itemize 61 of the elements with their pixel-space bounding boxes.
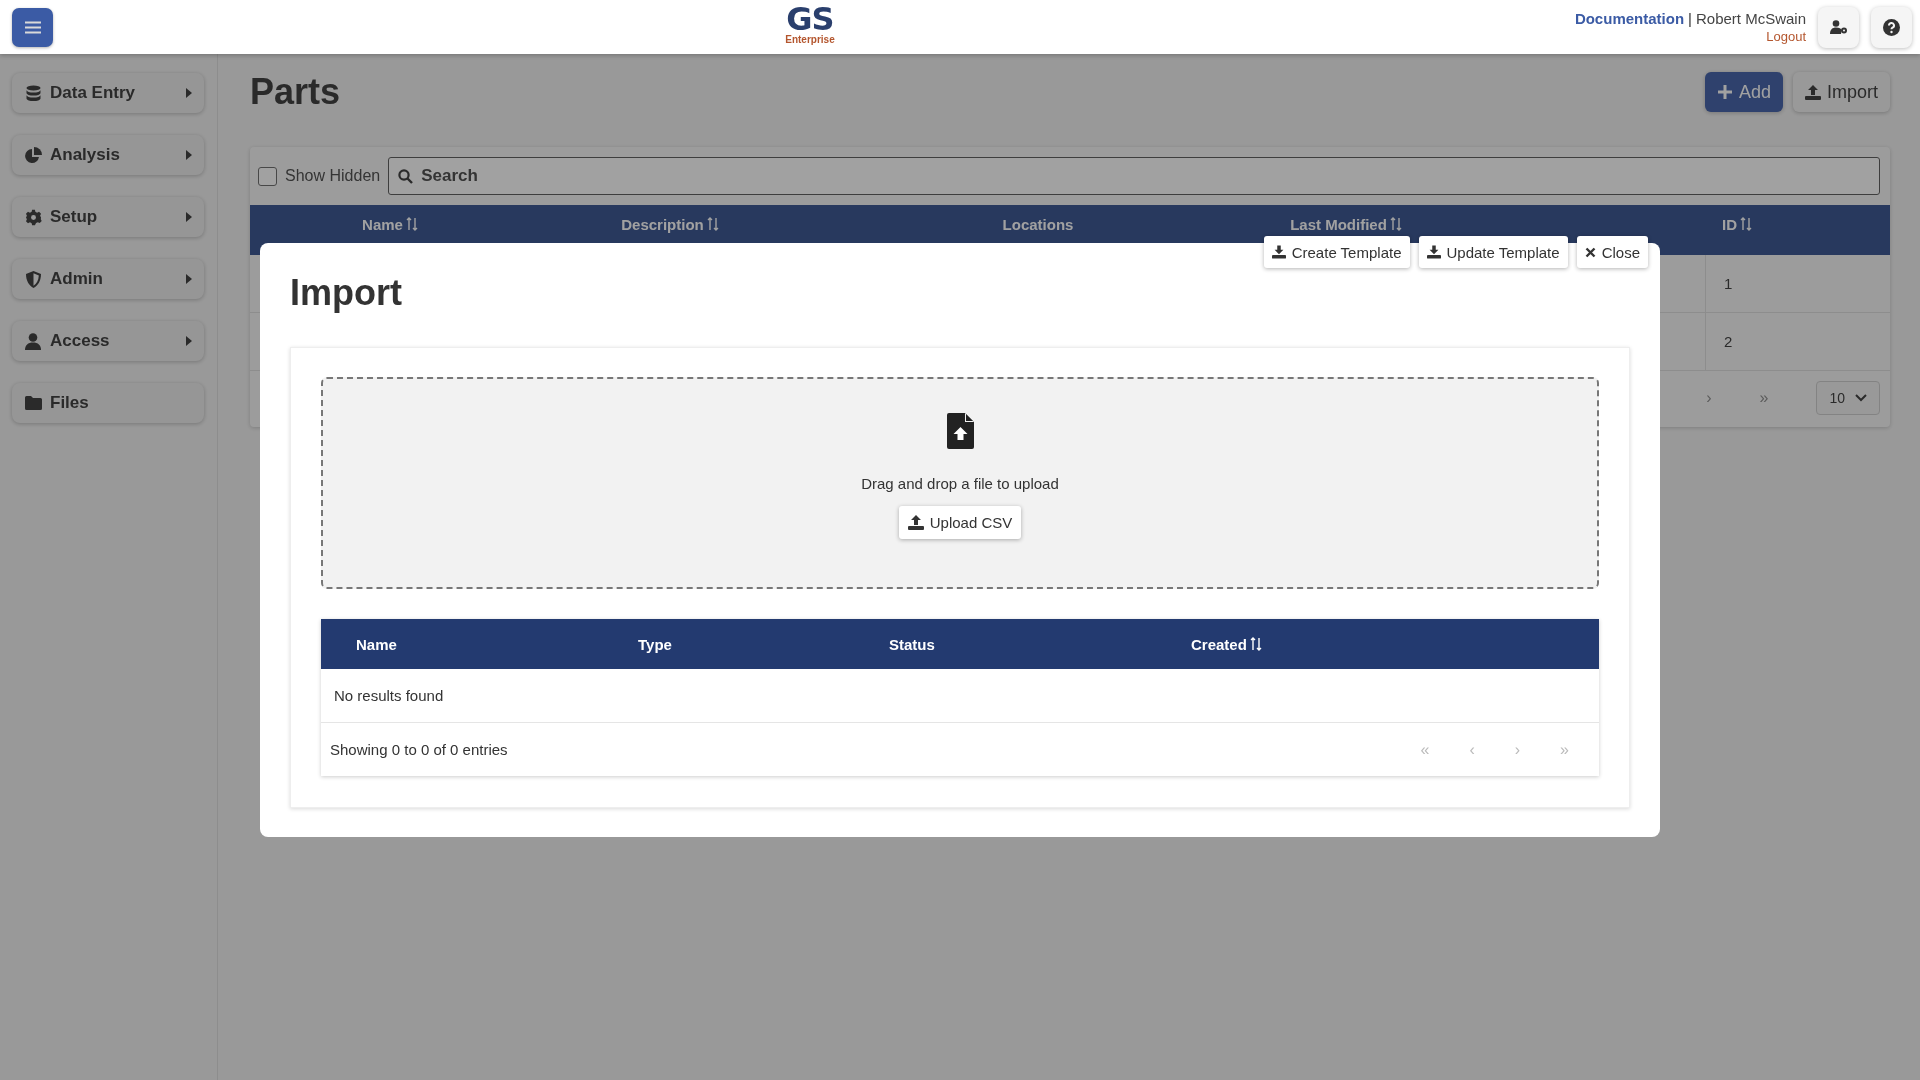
help-icon — [1883, 18, 1900, 36]
download-icon — [1426, 245, 1441, 259]
close-icon — [1584, 246, 1596, 258]
drop-zone-text: Drag and drop a file to upload — [861, 475, 1059, 492]
checkbox-label: Show Hidden — [285, 167, 381, 185]
upload-icon — [907, 515, 924, 530]
gear-icon — [24, 208, 42, 226]
column-header[interactable]: Status — [889, 635, 935, 653]
pager-button[interactable]: » — [1759, 389, 1769, 407]
help-button[interactable] — [1871, 6, 1912, 48]
download-icon — [1271, 245, 1286, 259]
show-hidden-checkbox[interactable] — [258, 166, 277, 186]
pie-chart-icon — [24, 146, 42, 164]
database-icon — [25, 84, 41, 102]
close-button[interactable]: Close — [1576, 236, 1648, 268]
sidebar-item[interactable]: Files — [12, 383, 204, 423]
menu-button[interactable] — [12, 7, 53, 47]
column-header[interactable]: Last Modified — [1290, 215, 1387, 233]
logo-subtitle: Enterprise — [785, 34, 835, 45]
separator-text: | — [1688, 10, 1692, 27]
sidebar-item[interactable]: Analysis — [12, 135, 204, 175]
search-field[interactable]: Search — [388, 157, 1880, 195]
chevron-down-icon — [1855, 394, 1867, 402]
shield-icon — [25, 270, 41, 288]
upload-csv-button[interactable]: Upload CSV — [898, 506, 1022, 539]
documentation-link[interactable]: Documentation — [1574, 10, 1685, 27]
entries-summary: Showing 0 to 0 of 0 entries — [330, 741, 508, 758]
user-settings-button[interactable] — [1818, 6, 1859, 48]
sidebar-item[interactable]: Setup — [12, 197, 204, 237]
logout-link[interactable]: Logout — [1766, 29, 1806, 44]
column-header[interactable]: Name — [356, 635, 397, 653]
menu-icon — [24, 20, 41, 34]
column-header[interactable]: Description — [621, 215, 704, 233]
table-cell: 2 — [1705, 313, 1890, 370]
upload-icon — [1805, 84, 1821, 100]
user-gear-icon — [1829, 20, 1848, 34]
sidebar-item[interactable]: Data Entry — [12, 73, 204, 113]
column-header[interactable]: ID — [1722, 215, 1737, 233]
user-icon — [25, 332, 41, 350]
sidebar-item[interactable]: Access — [12, 321, 204, 361]
column-header[interactable]: Locations — [1002, 215, 1074, 233]
column-header[interactable]: Name — [362, 215, 403, 233]
page-size-select[interactable]: 10 — [1816, 381, 1880, 415]
user-name: Robert McSwain — [1695, 10, 1806, 27]
page-title: Parts — [250, 71, 341, 113]
add-button[interactable]: Add — [1704, 72, 1783, 112]
file-upload-icon — [946, 413, 974, 449]
column-header[interactable]: Created — [1191, 635, 1247, 653]
folder-icon — [24, 396, 42, 410]
modal-title: Import — [290, 271, 403, 315]
update-template-button[interactable]: Update Template — [1418, 236, 1568, 268]
create-template-button[interactable]: Create Template — [1263, 236, 1410, 268]
pager-button[interactable]: › — [1706, 389, 1712, 407]
column-header[interactable]: Type — [638, 635, 672, 653]
logo-title: GS — [786, 4, 834, 34]
table-cell: 1 — [1705, 255, 1890, 312]
import-button[interactable]: Import — [1793, 72, 1890, 112]
plus-icon — [1716, 84, 1733, 100]
drop-zone[interactable]: Drag and drop a file to upload Upload CSV — [321, 377, 1599, 589]
empty-message: No results found — [334, 687, 444, 704]
sidebar-item[interactable]: Admin — [12, 259, 204, 299]
